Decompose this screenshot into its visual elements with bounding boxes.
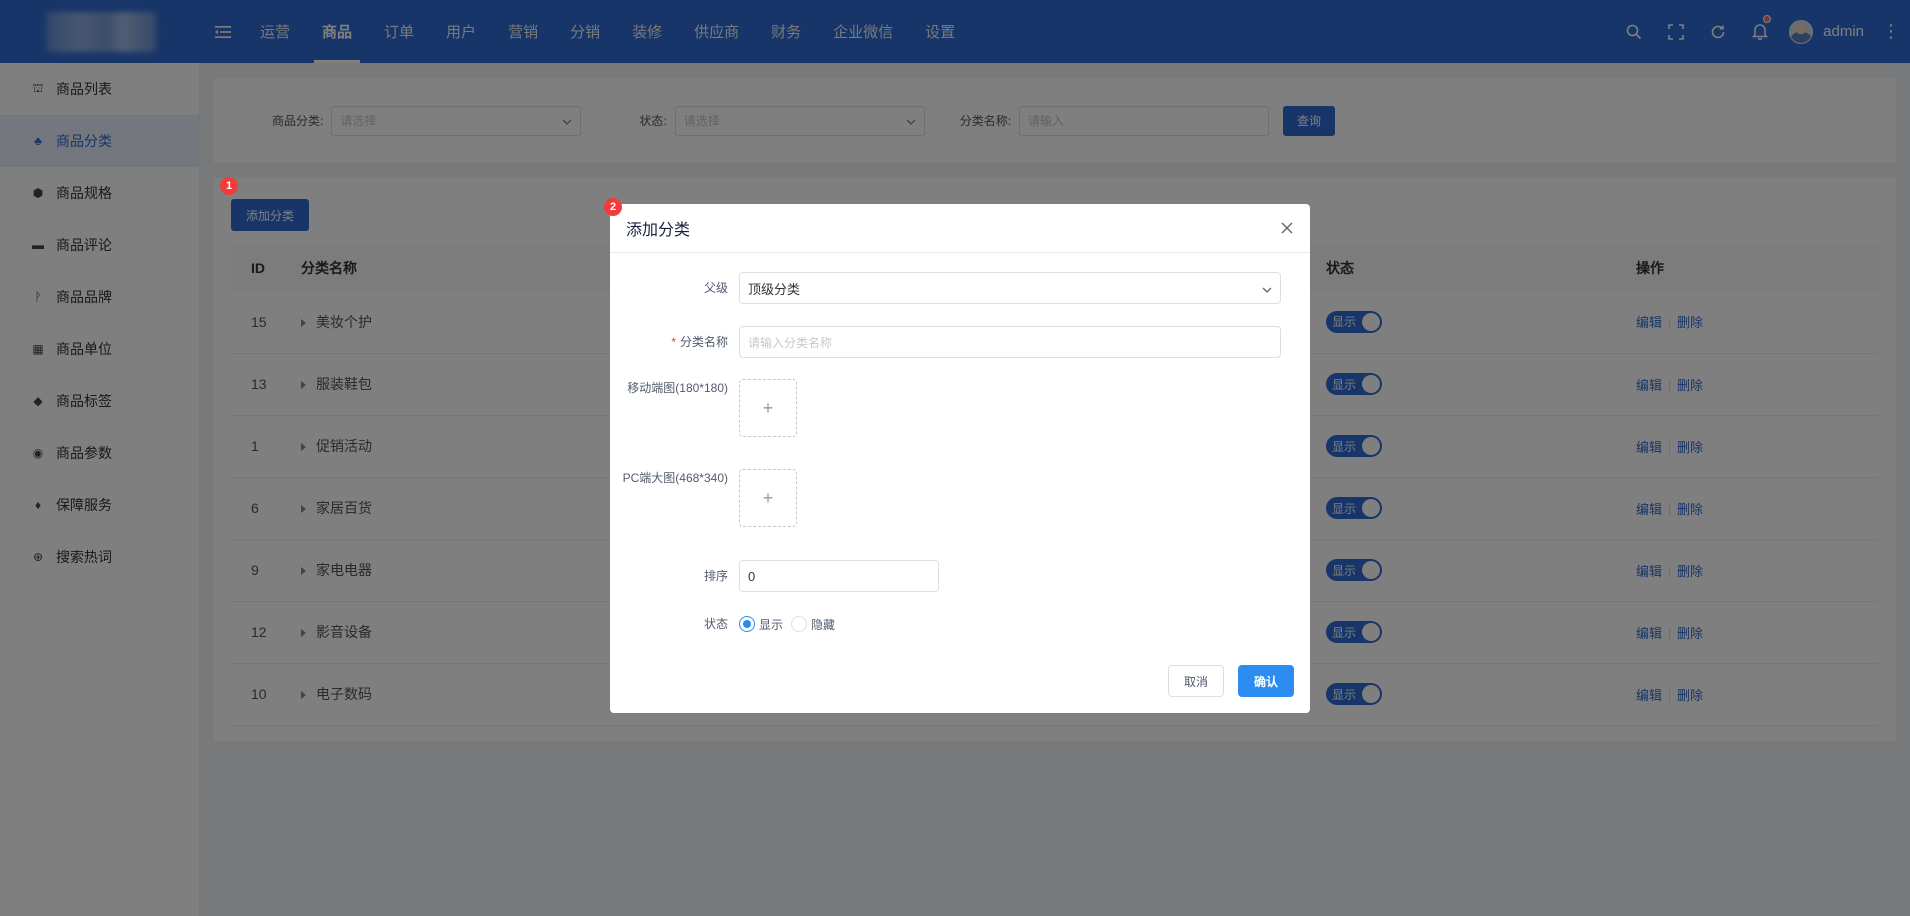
plus-icon: + [762,397,774,418]
status-label: 状态 [703,617,728,631]
parent-row: 父级 顶级分类 [610,272,1281,304]
parent-select-value: 顶级分类 [748,281,801,297]
pc-image-upload[interactable]: + [739,469,797,527]
parent-label: 父级 [703,281,728,295]
close-icon[interactable] [1278,219,1296,237]
status-row: 状态 显示 隐藏 [610,615,843,633]
step-badge-1: 1 [220,177,238,195]
pc-image-row: PC端大图(468*340) + [610,469,797,527]
add-category-dialog: 2 添加分类 父级 顶级分类 * 分类名称 请输入分类名称 移动端图(180*18… [604,198,1310,713]
radio-dot [791,616,808,632]
pc-image-label: PC端大图(468*340) [622,471,728,485]
parent-select[interactable]: 顶级分类 [739,272,1281,304]
radio-dot [739,616,755,632]
required-mark: * [671,335,676,349]
sort-row: 排序 0 [610,560,939,592]
name-label: * 分类名称 [610,326,739,358]
chevron-down-icon [1262,281,1272,296]
sort-label: 排序 [703,569,728,583]
cancel-button[interactable]: 取消 [1168,665,1224,697]
plus-icon: + [762,487,774,508]
dialog-title: 添加分类 [626,222,691,239]
dialog-header: 添加分类 [610,204,1310,253]
name-row: * 分类名称 请输入分类名称 [610,326,1281,358]
status-hide-label: 隐藏 [811,617,836,632]
sort-input[interactable]: 0 [739,560,939,592]
mobile-image-upload[interactable]: + [739,379,797,437]
confirm-button[interactable]: 确认 [1238,665,1294,697]
status-radio-hide[interactable]: 隐藏 [791,616,835,633]
name-label-text: 分类名称 [679,335,728,349]
mobile-image-label: 移动端图(180*180) [627,381,728,395]
category-name-input[interactable]: 请输入分类名称 [739,326,1281,358]
status-show-label: 显示 [759,617,784,632]
mobile-image-row: 移动端图(180*180) + [610,379,797,437]
status-radio-show[interactable]: 显示 [739,616,783,633]
status-radio-group: 显示 隐藏 [739,615,843,633]
